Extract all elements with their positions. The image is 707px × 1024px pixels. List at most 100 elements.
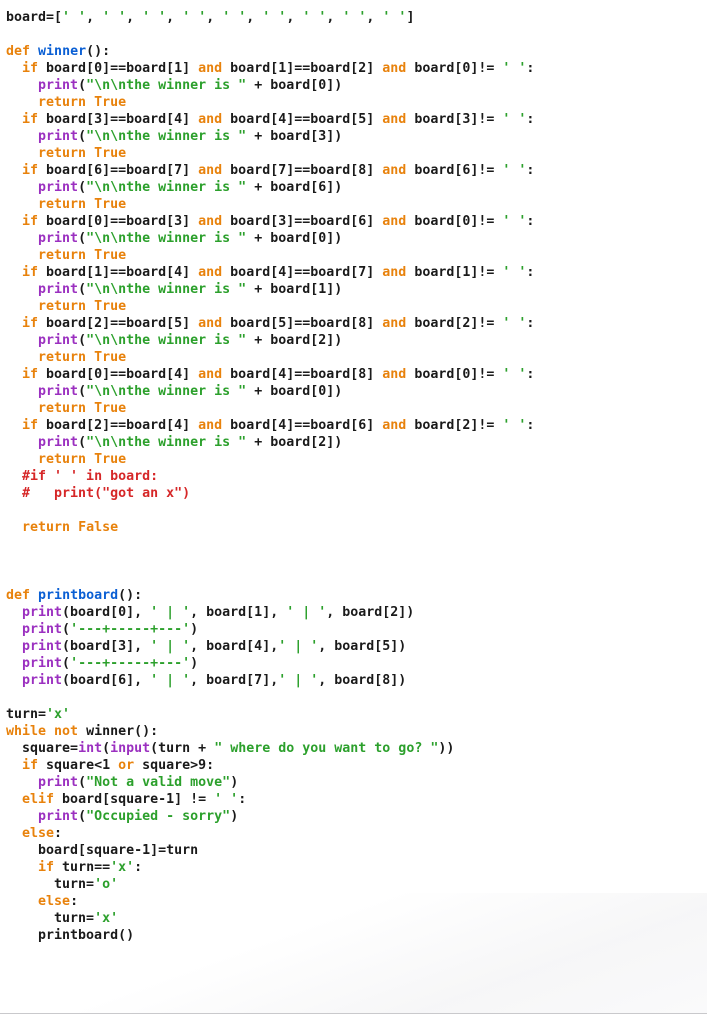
code-token-df: + board[0]) (246, 78, 343, 94)
code-token-cm: # print("got an x") (22, 486, 191, 502)
code-token-df (6, 367, 22, 382)
code-line: if board[2]==board[4] and board[4]==boar… (6, 417, 706, 434)
code-token-df: , board[2]) (326, 605, 415, 621)
code-token-df: board[1]!= (406, 265, 503, 281)
code-token-df: ) (230, 809, 239, 825)
code-token-df (6, 673, 22, 688)
code-token-df: ( (78, 180, 87, 196)
code-token-df: : (70, 894, 79, 910)
code-token-kw: and (198, 316, 223, 332)
code-token-df (6, 265, 22, 280)
code-token-bi: print (22, 605, 63, 621)
code-line: return True (6, 145, 706, 162)
code-token-df (6, 146, 38, 161)
code-line: if board[3]==board[4] and board[4]==boar… (6, 111, 706, 128)
code-token-df (86, 452, 94, 467)
code-token-df: : (526, 265, 535, 281)
code-token-bi: print (38, 809, 79, 825)
code-line: print(board[3], ' | ', board[4],' | ', b… (6, 638, 706, 655)
code-token-st: 'o' (94, 877, 119, 893)
code-token-df (6, 95, 38, 110)
code-token-df (86, 248, 94, 263)
code-token-df: , (286, 10, 303, 26)
code-token-bi: print (22, 673, 63, 689)
code-token-st: "Not a valid move" (86, 775, 231, 791)
code-token-st: ' | ' (278, 639, 319, 655)
code-token-st: ' ' (142, 10, 167, 26)
code-token-bi: print (38, 435, 79, 451)
code-token-kw: if (22, 214, 39, 230)
code-line: if board[1]==board[4] and board[4]==boar… (6, 264, 706, 281)
code-line: print('---+-----+---') (6, 621, 706, 638)
code-token-st: "\n\nthe winner is " (86, 384, 247, 400)
code-token-df: + board[0]) (246, 384, 343, 400)
code-line: def winner(): (6, 43, 706, 60)
code-token-kw: and (198, 61, 223, 77)
code-token-df: board[2]==board[5] (38, 316, 199, 332)
code-token-st: "\n\nthe winner is " (86, 333, 247, 349)
code-token-df (6, 435, 38, 450)
code-token-kw: if (22, 112, 39, 128)
code-token-bi: int (78, 741, 103, 757)
code-token-bi: print (22, 622, 63, 638)
code-token-kw: True (94, 401, 127, 417)
python-source-code[interactable]: board=[' ', ' ', ' ', ' ', ' ', ' ', ' '… (6, 9, 706, 944)
code-token-df: : (526, 316, 535, 332)
code-token-kw: and (382, 418, 407, 434)
code-token-df: turn= (6, 911, 95, 927)
code-line: # print("got an x") (6, 485, 706, 502)
code-token-df: , (366, 10, 383, 26)
code-token-df: , (166, 10, 183, 26)
code-token-bi: print (38, 775, 79, 791)
code-token-df: board[0]!= (406, 367, 503, 383)
code-token-df: ( (78, 435, 87, 451)
code-token-df: (): (118, 588, 143, 604)
code-token-df (6, 316, 22, 331)
code-token-df: , (126, 10, 143, 26)
code-token-st: ' ' (62, 10, 87, 26)
code-token-df (6, 809, 38, 824)
code-token-df: board[4]==board[8] (222, 367, 383, 383)
code-token-bi: print (38, 282, 79, 298)
code-token-df (6, 248, 38, 263)
code-token-df (6, 282, 38, 297)
code-token-kw: return (38, 197, 87, 213)
code-token-df: board[3]==board[6] (222, 214, 383, 230)
code-token-df: (turn + (150, 741, 215, 757)
code-token-df (86, 401, 94, 416)
code-token-st: ' ' (502, 265, 527, 281)
code-token-df: (board[3], (62, 639, 151, 655)
code-token-df (6, 622, 22, 637)
code-token-kw: True (94, 299, 127, 315)
code-token-kw: return (38, 401, 87, 417)
code-token-df (6, 350, 38, 365)
code-token-df: board[3]!= (406, 112, 503, 128)
code-token-df (6, 469, 22, 484)
code-line: print("\n\nthe winner is " + board[2]) (6, 332, 706, 349)
code-token-bi: print (22, 656, 63, 672)
code-token-df (6, 231, 38, 246)
code-line: while not winner(): (6, 723, 706, 740)
code-token-kw: and (382, 61, 407, 77)
code-line: if board[0]==board[3] and board[3]==boar… (6, 213, 706, 230)
code-token-st: ' | ' (150, 639, 191, 655)
code-token-df: ] (406, 10, 415, 26)
code-token-st: " where do you want to go? " (214, 741, 439, 757)
code-token-st: ' ' (302, 10, 327, 26)
code-line: else: (6, 893, 706, 910)
code-line: if board[0]==board[4] and board[4]==boar… (6, 366, 706, 383)
code-token-kw: and (198, 367, 223, 383)
code-token-kw: True (94, 95, 127, 111)
code-token-kw: and (382, 112, 407, 128)
code-token-kw: True (94, 350, 127, 366)
code-token-bi: print (38, 78, 79, 94)
code-token-st: "\n\nthe winner is " (86, 129, 247, 145)
code-token-df: , board[5]) (318, 639, 407, 655)
code-token-df: ( (78, 129, 87, 145)
code-token-df: : (526, 163, 535, 179)
code-token-kw: return (38, 452, 87, 468)
code-token-df (6, 656, 22, 671)
code-token-df: ( (78, 231, 87, 247)
code-line: turn='o' (6, 876, 706, 893)
